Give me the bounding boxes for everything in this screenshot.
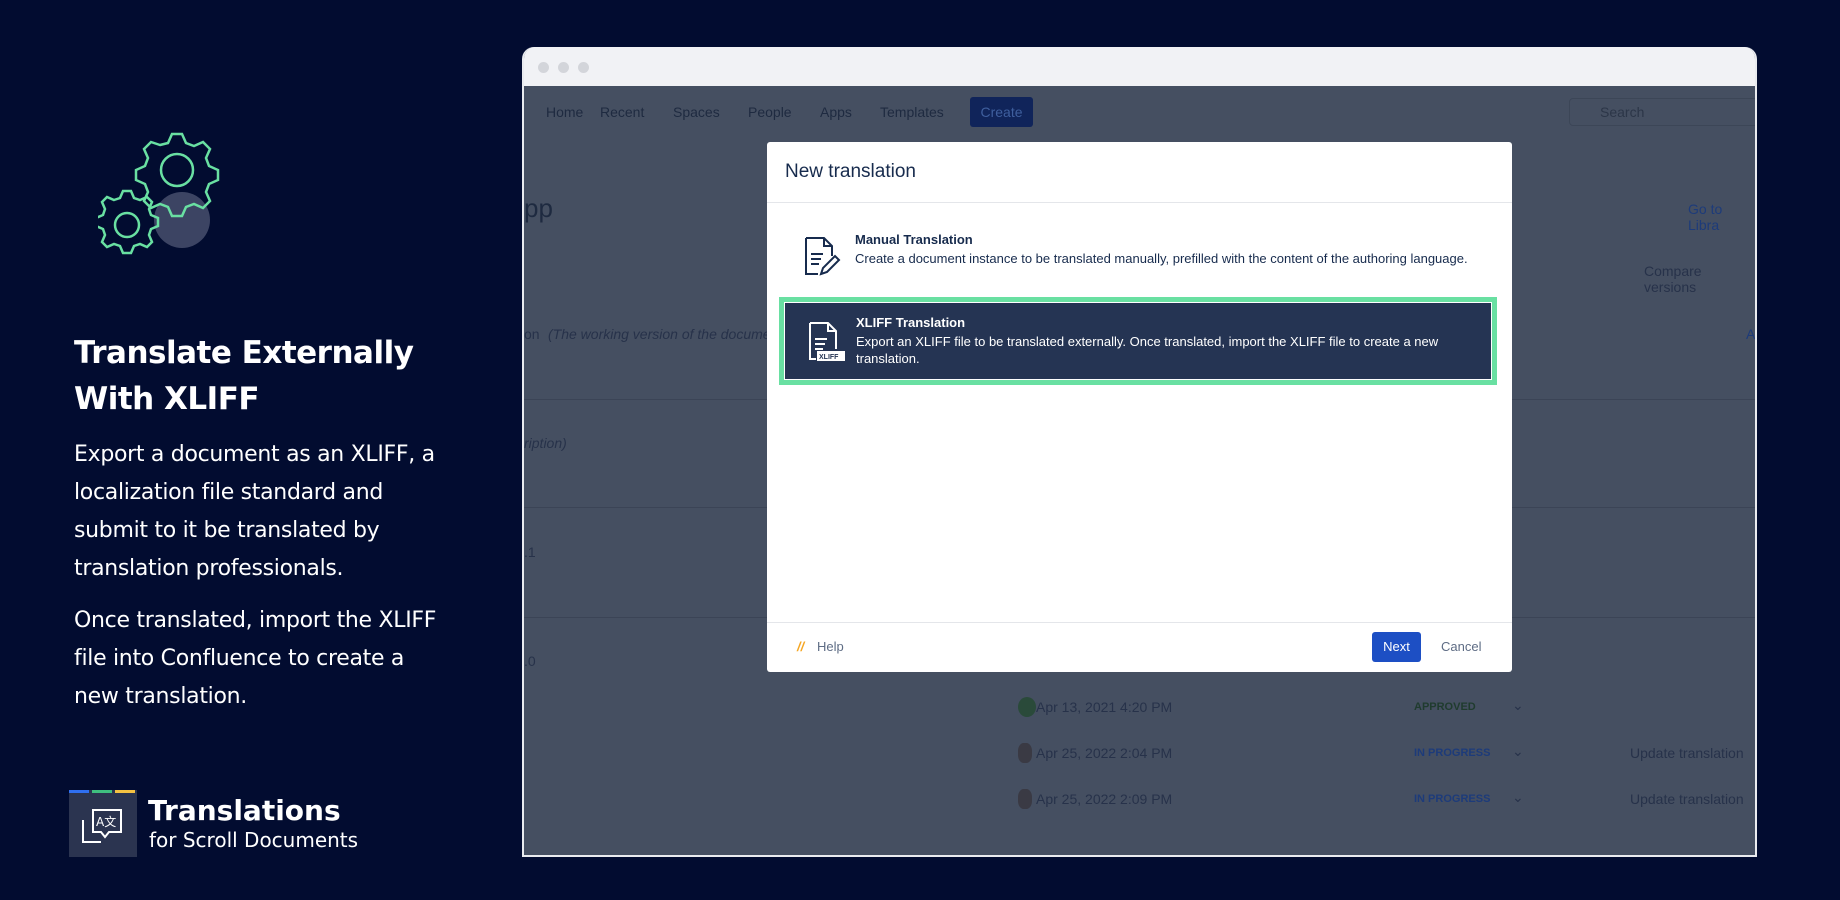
nav-apps[interactable]: Apps <box>820 104 852 120</box>
option-description: Create a document instance to be transla… <box>855 251 1468 266</box>
nav-home[interactable]: Home <box>546 104 583 120</box>
page-title-fragment: pp <box>524 193 553 223</box>
help-link[interactable]: Help <box>817 639 844 654</box>
nav-templates[interactable]: Templates <box>880 104 944 120</box>
next-button[interactable]: Next <box>1372 632 1421 662</box>
status-badge: IN PROGRESS <box>1414 793 1491 805</box>
document-edit-icon <box>805 237 841 276</box>
dialog-title: New translation <box>785 161 916 182</box>
xliff-badge: XLIFF <box>819 354 839 361</box>
nav-spaces[interactable]: Spaces <box>673 104 720 120</box>
window-minimize-button[interactable] <box>558 62 569 73</box>
avatar <box>1018 789 1032 809</box>
chevron-down-icon[interactable]: ⌄ <box>1512 697 1524 714</box>
window-close-button[interactable] <box>538 62 549 73</box>
go-to-library-link[interactable]: Go to Libra <box>1688 201 1755 233</box>
description-fragment: ription) <box>524 435 567 451</box>
row-date: Apr 25, 2022 2:09 PM <box>1036 791 1173 807</box>
create-button[interactable]: Create <box>970 97 1033 127</box>
feature-description-2: Once translated, import the XLIFF file i… <box>74 608 437 709</box>
nav-people[interactable]: People <box>748 104 792 120</box>
xliff-file-icon: XLIFF <box>809 322 845 361</box>
xliff-translation-option[interactable]: XLIFF XLIFF Translation Export an XLIFF … <box>779 297 1497 385</box>
option-description: Export an XLIFF file to be translated ex… <box>856 334 1439 366</box>
status-badge: IN PROGRESS <box>1414 747 1491 759</box>
browser-titlebar <box>524 47 1755 86</box>
compare-versions-button[interactable]: Compare versions <box>1644 263 1755 295</box>
version-label: .0 <box>524 653 536 669</box>
window-maximize-button[interactable] <box>578 62 589 73</box>
avatar <box>1018 697 1036 717</box>
update-translation-link[interactable]: Update translation <box>1630 745 1744 761</box>
manual-translation-option[interactable]: Manual Translation Create a document ins… <box>779 232 1497 292</box>
logo-subtitle: for Scroll Documents <box>149 828 359 852</box>
row-date: Apr 13, 2021 4:20 PM <box>1036 699 1173 715</box>
search-input[interactable]: Search <box>1569 98 1755 126</box>
chevron-down-icon[interactable]: ⌄ <box>1512 743 1524 760</box>
svg-text:A文: A文 <box>96 814 116 829</box>
translations-logo-icon: A文 <box>69 790 137 857</box>
row-date: Apr 25, 2022 2:04 PM <box>1036 745 1173 761</box>
chevron-down-icon[interactable]: ⌄ <box>1512 789 1524 806</box>
update-translation-link[interactable]: Update translation <box>1630 791 1744 807</box>
new-translation-dialog: New translation Manual Translation Creat… <box>767 142 1512 672</box>
gears-icon <box>94 125 228 265</box>
cancel-button[interactable]: Cancel <box>1441 639 1481 654</box>
feature-description: Export a document as an XLIFF, a localiz… <box>74 442 435 581</box>
working-version-note: (The working version of the documen <box>548 326 779 342</box>
status-badge: APPROVED <box>1414 701 1476 713</box>
avatar <box>1018 743 1032 763</box>
option-title: Manual Translation <box>855 232 973 247</box>
option-title: XLIFF Translation <box>856 315 966 330</box>
action-link[interactable]: A <box>1746 326 1755 342</box>
nav-recent[interactable]: Recent <box>600 104 644 120</box>
working-version-label: on <box>524 326 540 342</box>
version-label: .1 <box>524 544 536 560</box>
feature-title: Translate Externally With XLIFF <box>74 335 414 417</box>
logo-title: Translations <box>148 794 341 827</box>
help-logo-icon: // <box>797 639 805 654</box>
